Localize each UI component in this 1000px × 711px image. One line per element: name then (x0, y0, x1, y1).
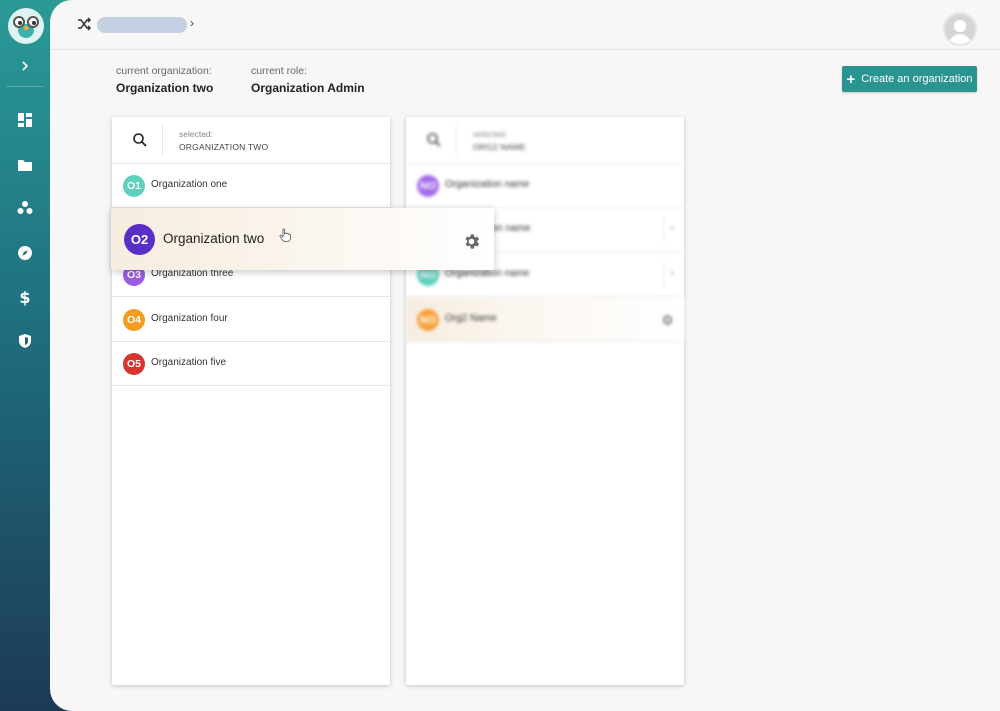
header-divider (456, 125, 457, 155)
org-badge: O1 (123, 175, 145, 197)
hand-cursor-icon (279, 228, 291, 242)
sidebar-expand-button[interactable] (14, 56, 36, 76)
sidebar-item-dashboard[interactable] (15, 110, 35, 130)
selected-label: selected: (179, 129, 214, 139)
org-badge: NO (417, 309, 439, 331)
top-bar: › (50, 0, 1000, 50)
chevron-right-icon[interactable]: › (670, 267, 674, 279)
current-role-value: Organization Admin (251, 81, 365, 95)
sidebar-item-groups[interactable] (15, 198, 35, 218)
dragged-organization-card[interactable]: O2 Organization two (111, 208, 494, 270)
org-name: Organization four (151, 313, 228, 324)
owl-icon (12, 12, 40, 40)
org-name: Org2 Name (445, 313, 497, 324)
organizations-panel-header: selected: ORGANIZATION TWO (112, 117, 390, 164)
org-badge: O2 (124, 224, 155, 255)
search-icon[interactable] (426, 132, 442, 148)
user-avatar[interactable] (943, 12, 977, 46)
breadcrumb-item[interactable] (97, 17, 187, 33)
org-badge: O4 (123, 309, 145, 331)
sub-organizations-panel: selected: ORG2 NAME NO Organization name… (406, 117, 684, 685)
main-content: › current organization: Organization two… (50, 0, 1000, 711)
dashboard-icon (18, 113, 32, 127)
row-divider (663, 218, 664, 242)
folder-icon (18, 160, 32, 171)
plus-icon: + (846, 70, 856, 88)
sub-organizations-panel-header: selected: ORG2 NAME (406, 117, 684, 164)
list-item[interactable]: NO Organization name (406, 164, 684, 208)
sidebar-item-explore[interactable] (15, 243, 35, 263)
groups-icon (17, 201, 33, 214)
org-badge: O5 (123, 353, 145, 375)
org-name: Organization five (151, 357, 227, 368)
selected-value: ORG2 NAME (473, 142, 526, 152)
org-name: Organization two (163, 231, 265, 246)
breadcrumb-chevron-icon: › (190, 16, 194, 30)
chevron-right-icon (22, 61, 29, 71)
list-item[interactable]: O5 Organization five (112, 342, 390, 386)
create-organization-button[interactable]: + Create an organization (842, 66, 977, 92)
sidebar: $ (0, 0, 50, 711)
owl-logo[interactable] (8, 8, 44, 44)
selected-label: selected: (473, 129, 508, 139)
current-role-label: current role: (251, 65, 308, 77)
selected-value: ORGANIZATION TWO (179, 142, 269, 152)
shuffle-icon[interactable] (76, 16, 92, 32)
org-name: Organization one (151, 179, 228, 190)
dollar-icon: $ (19, 287, 31, 307)
org-badge: NO (417, 175, 439, 197)
shield-icon (19, 334, 31, 348)
gear-icon[interactable] (660, 313, 674, 327)
sidebar-item-security[interactable] (15, 331, 35, 351)
current-organization-value: Organization two (116, 81, 214, 95)
chevron-right-icon[interactable]: › (670, 222, 674, 234)
sidebar-item-billing[interactable]: $ (15, 287, 35, 307)
sidebar-item-files[interactable] (15, 155, 35, 175)
list-item[interactable]: O1 Organization one (112, 164, 390, 208)
search-icon[interactable] (132, 132, 148, 148)
list-item[interactable]: O4 Organization four (112, 298, 390, 342)
gear-icon[interactable] (462, 232, 481, 251)
sidebar-divider (6, 86, 44, 87)
list-item-selected[interactable]: NO Org2 Name (406, 298, 684, 342)
organizations-panel: selected: ORGANIZATION TWO O1 Organizati… (112, 117, 390, 685)
org-name: Organization name (445, 179, 530, 190)
compass-icon (18, 246, 32, 260)
row-divider (663, 263, 664, 287)
header-divider (162, 125, 163, 155)
current-organization-label: current organization: (116, 65, 212, 77)
create-organization-label: Create an organization (861, 73, 973, 85)
